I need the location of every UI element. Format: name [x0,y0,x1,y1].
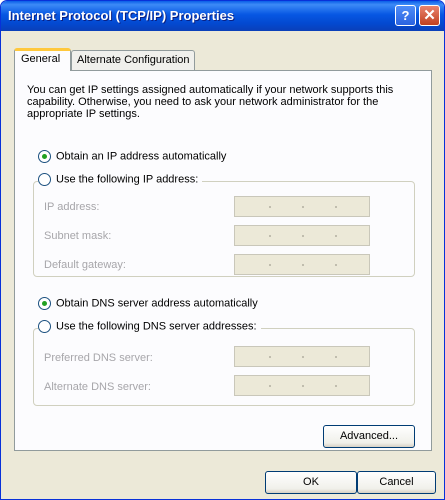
preferred-dns-label: Preferred DNS server: [44,352,153,364]
preferred-dns-field[interactable] [234,346,370,367]
alternate-dns-label: Alternate DNS server: [44,381,151,393]
cancel-button[interactable]: Cancel [357,471,436,494]
help-button[interactable]: ? [395,5,416,26]
radio-selected-icon [38,297,51,310]
advanced-button[interactable]: Advanced... [323,425,415,448]
radio-unselected-icon [38,173,51,186]
close-button[interactable]: ✕ [419,5,440,26]
description-text: You can get IP settings assigned automat… [27,84,394,120]
obtain-dns-auto-radio[interactable]: Obtain DNS server address automatically [38,297,262,313]
ip-address-field[interactable] [234,196,370,217]
alternate-dns-field[interactable] [234,375,370,396]
use-following-dns-radio[interactable]: Use the following DNS server addresses: [38,320,261,336]
default-gateway-field[interactable] [234,254,370,275]
ip-address-label: IP address: [44,201,100,213]
close-icon: ✕ [423,7,436,24]
ok-button[interactable]: OK [265,471,357,494]
title-bar[interactable]: Internet Protocol (TCP/IP) Properties ? … [1,1,444,31]
tab-alternate-configuration[interactable]: Alternate Configuration [71,50,195,70]
help-icon: ? [401,8,410,23]
window-title: Internet Protocol (TCP/IP) Properties [8,8,235,23]
radio-unselected-icon [38,320,51,333]
use-following-ip-radio[interactable]: Use the following IP address: [38,173,203,189]
default-gateway-label: Default gateway: [44,259,126,271]
tab-general[interactable]: General [14,48,71,71]
obtain-ip-auto-radio[interactable]: Obtain an IP address automatically [38,150,231,166]
subnet-mask-field[interactable] [234,225,370,246]
dialog-window: Internet Protocol (TCP/IP) Properties ? … [0,0,445,500]
subnet-mask-label: Subnet mask: [44,230,112,242]
radio-selected-icon [38,150,51,163]
